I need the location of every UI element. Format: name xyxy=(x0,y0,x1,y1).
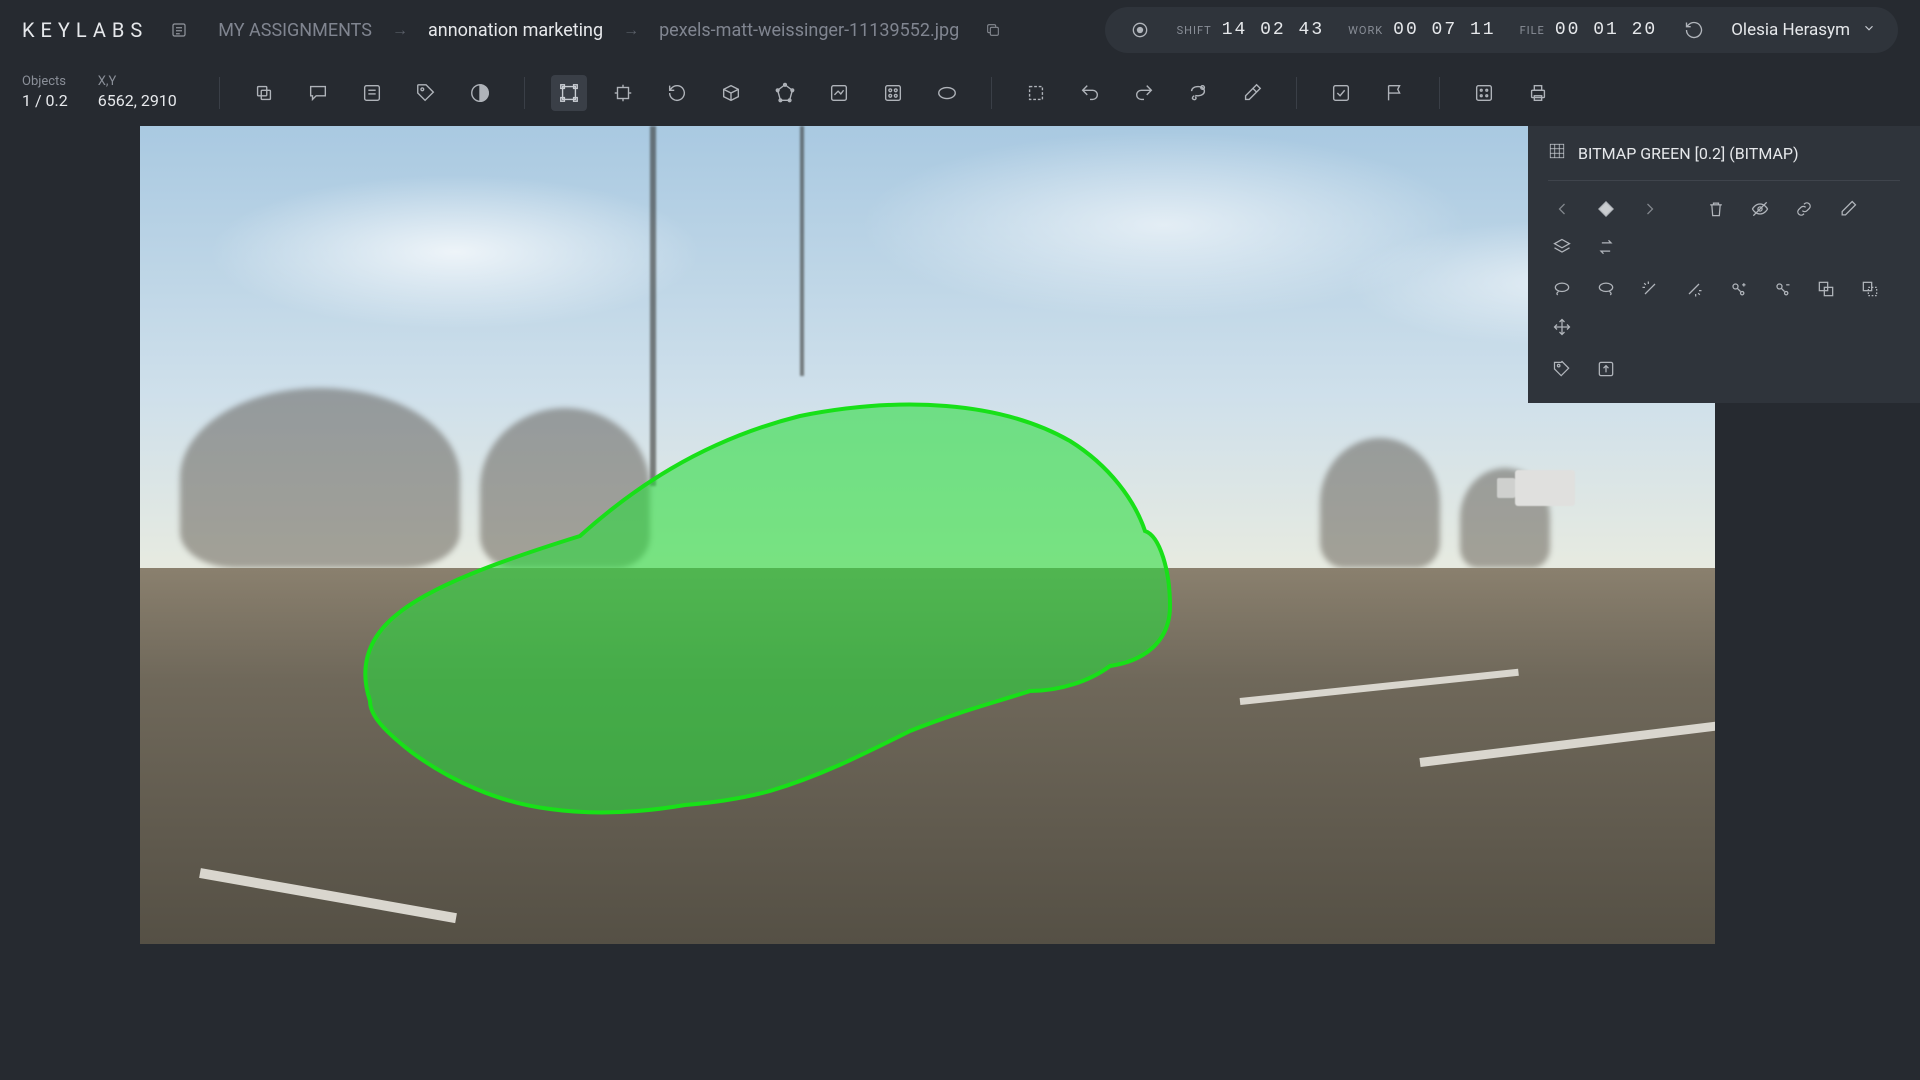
breadcrumb-arrow-icon: → xyxy=(623,20,639,40)
annotation-mask[interactable] xyxy=(300,361,1300,841)
edit-icon[interactable] xyxy=(1834,195,1862,223)
breadcrumb: MY ASSIGNMENTS → annonation marketing → … xyxy=(170,20,1001,41)
subtract-shape-icon[interactable] xyxy=(1856,275,1884,303)
point-add-icon[interactable] xyxy=(1724,275,1752,303)
next-object-icon[interactable] xyxy=(1636,195,1664,223)
export-icon[interactable] xyxy=(1592,355,1620,383)
move-icon[interactable] xyxy=(1548,313,1576,341)
divider xyxy=(1439,77,1440,109)
divider xyxy=(991,77,992,109)
xy-stat: X,Y 6562, 2910 xyxy=(98,74,177,112)
canvas-area: BITMAP GREEN [0.2] (BITMAP) xyxy=(0,126,1920,1080)
panel-toolbar-row-2 xyxy=(1548,275,1900,341)
user-menu[interactable]: Olesia Herasym xyxy=(1731,20,1876,40)
assignments-icon xyxy=(170,21,188,39)
work-label: WORK xyxy=(1348,24,1383,37)
user-name: Olesia Herasym xyxy=(1731,20,1850,40)
image-viewport[interactable] xyxy=(140,126,1715,944)
lasso-subtract-icon[interactable] xyxy=(1592,275,1620,303)
lasso-add-icon[interactable] xyxy=(1548,275,1576,303)
eraser-tool-icon[interactable] xyxy=(1234,75,1270,111)
delete-icon[interactable] xyxy=(1702,195,1730,223)
prev-object-icon[interactable] xyxy=(1548,195,1576,223)
bitmap-icon xyxy=(1548,142,1566,164)
magic-add-icon[interactable] xyxy=(1636,275,1664,303)
divider xyxy=(1296,77,1297,109)
objects-label: Objects xyxy=(22,74,68,91)
redo-icon[interactable] xyxy=(1126,75,1162,111)
list-tool-icon[interactable] xyxy=(354,75,390,111)
divider xyxy=(1548,180,1900,181)
contrast-tool-icon[interactable] xyxy=(462,75,498,111)
select-tool-icon[interactable] xyxy=(1018,75,1054,111)
grid-tool-icon[interactable] xyxy=(1466,75,1502,111)
file-timer: FILE 00 01 20 xyxy=(1520,20,1658,40)
file-label: FILE xyxy=(1520,24,1545,37)
comment-tool-icon[interactable] xyxy=(300,75,336,111)
magic-subtract-icon[interactable] xyxy=(1680,275,1708,303)
ellipse-tool-icon[interactable] xyxy=(929,75,965,111)
objects-value: 1 / 0.2 xyxy=(22,91,68,112)
merge-icon[interactable] xyxy=(1812,275,1840,303)
breadcrumb-file[interactable]: pexels-matt-weissinger-11139552.jpg xyxy=(659,20,959,41)
record-icon[interactable] xyxy=(1127,17,1153,43)
panel-toolbar-row-3 xyxy=(1548,355,1900,383)
bounding-box-tool-icon[interactable] xyxy=(551,75,587,111)
undo-icon[interactable] xyxy=(1072,75,1108,111)
lane-marking xyxy=(1419,719,1715,767)
lane-marking xyxy=(199,868,457,923)
tree-blur xyxy=(1320,438,1440,568)
app-header: KEYLABS MY ASSIGNMENTS → annonation mark… xyxy=(0,0,1920,60)
link-icon[interactable] xyxy=(1790,195,1818,223)
logo: KEYLABS xyxy=(22,18,148,42)
polygon-tool-icon[interactable] xyxy=(767,75,803,111)
shift-label: SHIFT xyxy=(1177,24,1212,37)
shift-timer: SHIFT 14 02 43 xyxy=(1177,20,1325,40)
hide-icon[interactable] xyxy=(1746,195,1774,223)
xy-value: 6562, 2910 xyxy=(98,91,177,112)
tag-tool-icon[interactable] xyxy=(408,75,444,111)
refresh-icon[interactable] xyxy=(1681,17,1707,43)
background-vehicle xyxy=(1515,470,1575,506)
swap-icon[interactable] xyxy=(1592,233,1620,261)
shift-value: 14 02 43 xyxy=(1222,20,1324,40)
breadcrumb-arrow-icon: → xyxy=(392,20,408,40)
divider xyxy=(219,77,220,109)
file-value: 00 01 20 xyxy=(1555,20,1657,40)
clone-tool-icon[interactable] xyxy=(246,75,282,111)
keypoint-tool-icon[interactable] xyxy=(875,75,911,111)
breadcrumb-assignments[interactable]: MY ASSIGNMENTS xyxy=(218,20,372,41)
copy-icon[interactable] xyxy=(985,22,1001,38)
panel-title-text: BITMAP GREEN [0.2] (BITMAP) xyxy=(1578,144,1799,163)
lasso-tool-icon[interactable] xyxy=(1180,75,1216,111)
toolbar: Objects 1 / 0.2 X,Y 6562, 2910 xyxy=(0,60,1920,126)
center-tool-icon[interactable] xyxy=(605,75,641,111)
stats-group: Objects 1 / 0.2 X,Y 6562, 2910 xyxy=(22,74,177,112)
work-timer: WORK 00 07 11 xyxy=(1348,20,1495,40)
work-value: 00 07 11 xyxy=(1393,20,1495,40)
header-right: SHIFT 14 02 43 WORK 00 07 11 FILE 00 01 … xyxy=(1105,7,1898,53)
panel-toolbar-row-1 xyxy=(1548,195,1900,261)
rotate-tool-icon[interactable] xyxy=(659,75,695,111)
flag-icon[interactable] xyxy=(1377,75,1413,111)
cuboid-tool-icon[interactable] xyxy=(713,75,749,111)
polyline-tool-icon[interactable] xyxy=(821,75,857,111)
point-remove-icon[interactable] xyxy=(1768,275,1796,303)
object-panel: BITMAP GREEN [0.2] (BITMAP) xyxy=(1528,126,1920,403)
print-icon[interactable] xyxy=(1520,75,1556,111)
chevron-down-icon xyxy=(1862,20,1876,40)
layers-icon[interactable] xyxy=(1548,233,1576,261)
current-object-icon[interactable] xyxy=(1592,195,1620,223)
objects-stat: Objects 1 / 0.2 xyxy=(22,74,68,112)
breadcrumb-project[interactable]: annonation marketing xyxy=(428,20,603,41)
panel-title: BITMAP GREEN [0.2] (BITMAP) xyxy=(1548,142,1900,164)
xy-label: X,Y xyxy=(98,74,177,91)
divider xyxy=(524,77,525,109)
utility-pole xyxy=(800,126,804,376)
attributes-icon[interactable] xyxy=(1548,355,1576,383)
save-icon[interactable] xyxy=(1323,75,1359,111)
